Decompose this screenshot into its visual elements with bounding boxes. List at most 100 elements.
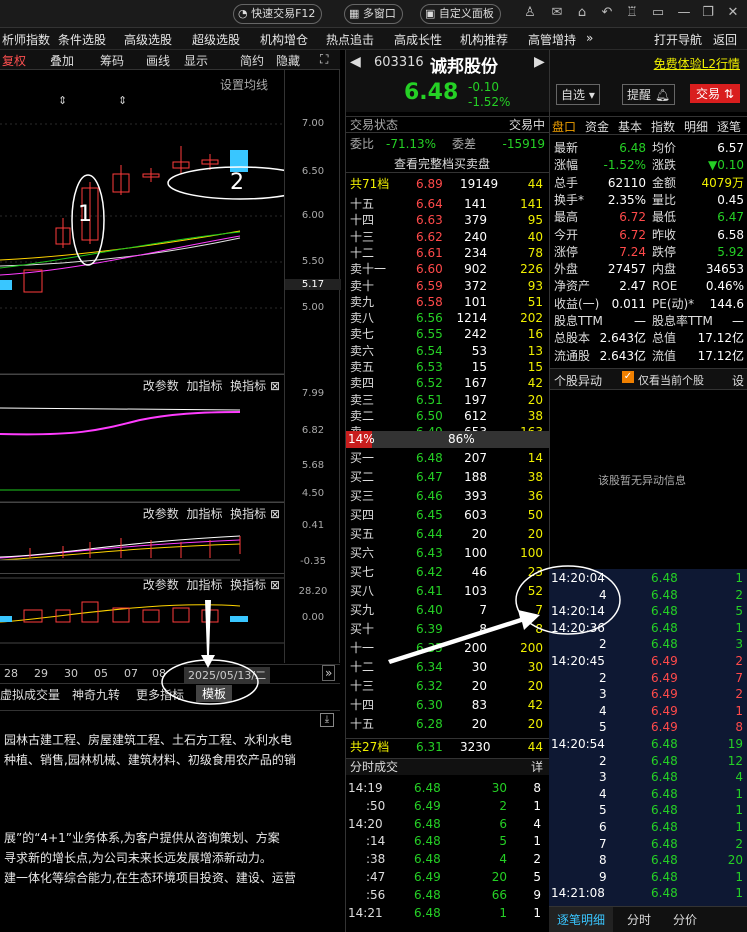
edit-params-button[interactable]: 改参数 xyxy=(143,578,179,592)
window-icon[interactable]: ▭ xyxy=(650,5,666,21)
ask-row[interactable]: 卖三 6.51 197 20 xyxy=(346,392,549,409)
menu-item[interactable]: 高成长性 xyxy=(394,31,442,48)
menu-item[interactable]: 机构推荐 xyxy=(460,31,508,48)
close-icon[interactable]: ⊠ xyxy=(270,379,280,393)
menu-item[interactable]: 返回 xyxy=(713,31,737,48)
menu-item[interactable]: 热点追击 xyxy=(326,31,374,48)
alert-button[interactable]: 提醒 🔔︎ xyxy=(622,84,676,105)
l2-trial-link[interactable]: 免费体验L2行情 xyxy=(654,55,740,72)
quote-label: 均价 xyxy=(652,141,677,155)
bid-row[interactable]: 买九 6.40 7 7 xyxy=(346,602,549,619)
tab-right-3[interactable]: 指数 xyxy=(651,118,675,135)
tab-nine-turn[interactable]: 神奇九转 xyxy=(72,686,120,703)
bid-row[interactable]: 买五 6.44 20 20 xyxy=(346,526,549,543)
prev-stock-icon[interactable]: ◀ xyxy=(350,54,361,70)
menu-item[interactable]: 高级选股 xyxy=(124,31,172,48)
tool-simple[interactable]: 简约 xyxy=(240,52,264,69)
tab-template[interactable]: 模板 xyxy=(196,685,233,702)
scroll-right-icon[interactable]: » xyxy=(322,665,336,681)
bid-row[interactable]: 买六 6.43 100 100 xyxy=(346,545,549,562)
bid-row[interactable]: 买八 6.41 103 52 xyxy=(346,583,549,600)
ask-row[interactable]: 十四 6.63 379 95 xyxy=(346,212,549,229)
tab-virtual-volume[interactable]: 虚拟成交量 xyxy=(0,686,60,703)
add-indicator-button[interactable]: 加指标 xyxy=(186,507,222,521)
view-full-book-link[interactable]: 查看完整档买卖盘 xyxy=(346,156,549,173)
custom-panel-button[interactable]: ▣ 自定义面板 xyxy=(420,4,501,24)
tab-right-0[interactable]: 盘口 xyxy=(552,118,576,135)
tab-right-1[interactable]: 资金 xyxy=(585,118,609,135)
minimize-icon[interactable]: — xyxy=(676,5,692,21)
ask-row[interactable]: 卖九 6.58 101 51 xyxy=(346,294,549,311)
back-icon[interactable]: ↶ xyxy=(599,5,615,21)
ask-row[interactable]: 卖四 6.52 167 42 xyxy=(346,375,549,392)
add-indicator-button[interactable]: 加指标 xyxy=(186,379,222,393)
switch-indicator-button[interactable]: 换指标 xyxy=(230,507,266,521)
tool-display[interactable]: 显示 xyxy=(184,52,208,69)
switch-indicator-button[interactable]: 换指标 xyxy=(230,578,266,592)
shirt-icon[interactable]: ♖ xyxy=(624,5,640,21)
bid-row[interactable]: 十三 6.32 20 20 xyxy=(346,678,549,695)
bid-row[interactable]: 买七 6.42 46 23 xyxy=(346,564,549,581)
menu-item[interactable]: 超级选股 xyxy=(192,31,240,48)
add-favorite-button[interactable]: 自选 ▾ xyxy=(556,84,600,105)
ask-row[interactable]: 卖二 6.50 612 38 xyxy=(346,408,549,425)
menu-item[interactable]: 打开导航 xyxy=(654,31,702,48)
edit-params-button[interactable]: 改参数 xyxy=(143,379,179,393)
user-icon[interactable]: ♙ xyxy=(522,5,538,21)
tool-chips[interactable]: 筹码 xyxy=(100,52,124,69)
quick-trade-button[interactable]: ◔ 快速交易F12 xyxy=(233,4,323,24)
next-stock-icon[interactable]: ▶ xyxy=(534,54,545,70)
tool-overlay[interactable]: 叠加 xyxy=(50,52,74,69)
tool-draw[interactable]: 画线 xyxy=(146,52,170,69)
tab-right-5[interactable]: 逐笔 xyxy=(717,118,741,135)
ask-row[interactable]: 十三 6.62 240 40 xyxy=(346,229,549,246)
timesales-detail-button[interactable]: 详 xyxy=(531,759,543,776)
ask-row[interactable]: 卖五 6.53 15 15 xyxy=(346,359,549,376)
restore-icon[interactable]: ❐ xyxy=(700,5,716,21)
tab-right-2[interactable]: 基本 xyxy=(618,118,642,135)
close-icon[interactable]: ⊠ xyxy=(270,507,280,521)
mail-icon[interactable]: ✉ xyxy=(549,5,565,21)
bid-row[interactable]: 十四 6.30 83 42 xyxy=(346,697,549,714)
anomaly-settings-button[interactable]: 设 xyxy=(732,372,744,389)
edit-params-button[interactable]: 改参数 xyxy=(143,507,179,521)
bid-row[interactable]: 十五 6.28 20 20 xyxy=(346,716,549,733)
tool-hide[interactable]: 隐藏 xyxy=(276,52,300,69)
switch-indicator-button[interactable]: 换指标 xyxy=(230,379,266,393)
tool-fuquan[interactable]: 复权 xyxy=(2,52,26,69)
ask-row[interactable]: 卖八 6.56 1214 202 xyxy=(346,310,549,327)
tick-time: 5 xyxy=(599,720,607,735)
bid-row[interactable]: 买十 6.39 8 8 xyxy=(346,621,549,638)
tab-price-split[interactable]: 分价 xyxy=(673,911,697,928)
only-current-checkbox[interactable]: ✓ xyxy=(622,371,634,383)
tab-right-4[interactable]: 明细 xyxy=(684,118,708,135)
ask-row[interactable]: 十二 6.61 234 78 xyxy=(346,245,549,262)
close-icon[interactable]: ⊠ xyxy=(270,578,280,592)
tab-intraday[interactable]: 分时 xyxy=(627,911,651,928)
trade-button[interactable]: 交易 ⇅ xyxy=(690,84,740,103)
bid-row[interactable]: 十二 6.34 30 30 xyxy=(346,659,549,676)
ask-row[interactable]: 卖十 6.59 372 93 xyxy=(346,278,549,295)
ask-row[interactable]: 十五 6.64 141 141 xyxy=(346,196,549,213)
add-indicator-button[interactable]: 加指标 xyxy=(186,578,222,592)
bid-row[interactable]: 买三 6.46 393 36 xyxy=(346,488,549,505)
ask-row[interactable]: 卖七 6.55 242 16 xyxy=(346,326,549,343)
menu-item[interactable]: 析师指数 xyxy=(2,31,50,48)
home-icon[interactable]: ⌂ xyxy=(574,5,590,21)
tab-tick-detail[interactable]: 逐笔明细 xyxy=(549,907,614,932)
ask-row[interactable]: 卖十一 6.60 902 226 xyxy=(346,261,549,278)
multi-window-button[interactable]: ▦ 多窗口 xyxy=(344,4,403,24)
bid-row[interactable]: 买二 6.47 188 38 xyxy=(346,469,549,486)
bid-row[interactable]: 十一 6.35 200 200 xyxy=(346,640,549,657)
bid-row[interactable]: 买四 6.45 603 50 xyxy=(346,507,549,524)
download-icon[interactable]: ⤓ xyxy=(320,713,334,727)
tab-more-indicators[interactable]: 更多指标 xyxy=(136,686,184,703)
menu-item[interactable]: 高管增持 xyxy=(528,31,576,48)
menu-item[interactable]: 机构增仓 xyxy=(260,31,308,48)
bid-row[interactable]: 买一 6.48 207 14 xyxy=(346,450,549,467)
close-icon[interactable]: ✕ xyxy=(725,5,741,21)
fullscreen-icon[interactable]: ⛶ xyxy=(320,52,328,67)
ask-row[interactable]: 卖六 6.54 53 13 xyxy=(346,343,549,360)
menu-more[interactable]: » xyxy=(586,31,593,45)
menu-item[interactable]: 条件选股 xyxy=(58,31,106,48)
